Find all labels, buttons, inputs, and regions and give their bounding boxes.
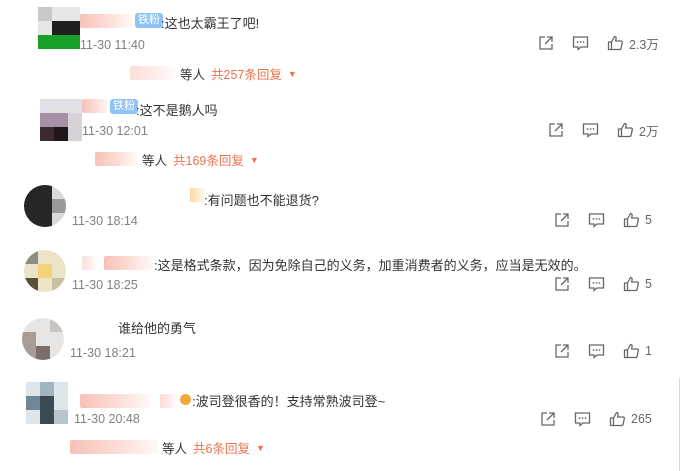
avatar[interactable]: [26, 382, 68, 424]
reply-summary[interactable]: 等人 共169条回复 ▼: [142, 150, 259, 169]
fan-badge: 铁粉: [135, 13, 163, 28]
like-button[interactable]: 2万: [617, 121, 658, 140]
comment-text: :有问题也不能退货?: [204, 193, 319, 208]
comment-item: :有问题也不能退货? 11-30 18:14 5: [0, 175, 700, 237]
reply-users: 等人: [180, 68, 206, 82]
fan-badge: 铁粉: [110, 99, 138, 114]
thumbs-up-icon: [623, 212, 639, 228]
thumbs-up-icon: [623, 276, 639, 292]
scrollbar-track[interactable]: [679, 378, 680, 471]
comment-icon: [574, 412, 591, 427]
comment-actions: 5: [542, 210, 652, 230]
like-button[interactable]: 265: [609, 411, 652, 427]
reply-button[interactable]: [574, 411, 591, 427]
username[interactable]: [82, 99, 108, 113]
comment-icon: [588, 344, 605, 359]
share-button[interactable]: [538, 35, 554, 51]
share-icon: [555, 277, 569, 291]
like-count: 265: [631, 412, 652, 426]
comment-text: :这不是鹅人吗: [136, 103, 218, 118]
reply-button[interactable]: [588, 343, 605, 359]
timestamp: 11-30 18:14: [72, 214, 138, 228]
comment-actions: 265: [528, 409, 652, 429]
share-icon: [541, 412, 555, 426]
like-button[interactable]: 2.3万: [607, 34, 659, 53]
reply-users: 等人: [142, 154, 168, 168]
thumbs-up-icon: [623, 343, 639, 359]
username[interactable]: [80, 14, 132, 28]
share-icon: [539, 36, 553, 50]
share-icon: [549, 123, 563, 137]
comment-icon: [572, 36, 589, 51]
caret-down-icon[interactable]: ▼: [256, 443, 265, 453]
timestamp: 11-30 11:40: [80, 38, 145, 52]
emoji-icon: [180, 394, 191, 405]
username[interactable]: [190, 188, 204, 202]
reply-summary[interactable]: 等人 共257条回复 ▼: [180, 64, 297, 83]
share-icon: [555, 344, 569, 358]
comment-text: :这也太霸王了吧!: [161, 16, 260, 31]
reply-summary[interactable]: 等人 共6条回复 ▼: [162, 438, 265, 457]
comment-item: 谁给他的勇气 11-30 18:21 1: [0, 306, 700, 370]
share-button[interactable]: [554, 212, 570, 228]
timestamp: 11-30 18:25: [72, 278, 138, 292]
replier-name: [70, 440, 158, 454]
avatar[interactable]: [22, 318, 64, 360]
reply-button[interactable]: [588, 212, 605, 228]
timestamp: 11-30 18:21: [70, 346, 136, 360]
username-blur: [160, 394, 176, 408]
timestamp: 11-30 20:48: [74, 412, 140, 426]
username[interactable]: [82, 256, 96, 270]
avatar[interactable]: [24, 250, 66, 292]
like-count: 1: [645, 344, 652, 358]
reply-users: 等人: [162, 442, 188, 456]
share-button[interactable]: [548, 122, 564, 138]
comment-icon: [588, 213, 605, 228]
reply-count-link[interactable]: 共6条回复: [193, 438, 250, 457]
comment-actions: 2.3万: [526, 33, 659, 53]
username-blur: [104, 256, 152, 270]
like-button[interactable]: 5: [623, 212, 652, 228]
thumbs-up-icon: [609, 411, 625, 427]
username[interactable]: [80, 394, 150, 408]
replier-name: [130, 66, 175, 80]
comment-actions: 2万: [536, 120, 658, 140]
reply-button[interactable]: [572, 35, 589, 51]
caret-down-icon[interactable]: ▼: [288, 69, 297, 79]
avatar[interactable]: [38, 7, 80, 49]
like-count: 5: [645, 213, 652, 227]
comment-icon: [588, 277, 605, 292]
share-button[interactable]: [540, 411, 556, 427]
replier-name: [95, 152, 137, 166]
share-button[interactable]: [554, 276, 570, 292]
reply-button[interactable]: [582, 122, 599, 138]
reply-button[interactable]: [588, 276, 605, 292]
comment-item: 铁粉 :这不是鹅人吗 11-30 12:01 2万 等人 共169条回复 ▼: [0, 90, 700, 172]
like-button[interactable]: 1: [623, 343, 652, 359]
comment-text: :这是格式条款，因为免除自己的义务，加重消费者的义务，应当是无效的。: [154, 258, 587, 273]
caret-down-icon[interactable]: ▼: [250, 155, 259, 165]
like-count: 2万: [639, 124, 659, 139]
like-count: 5: [645, 277, 652, 291]
like-count: 2.3万: [629, 37, 659, 52]
share-button[interactable]: [554, 343, 570, 359]
avatar[interactable]: [24, 185, 66, 227]
comment-item: 铁粉 :这也太霸王了吧! 11-30 11:40 2.3万 等人 共257条回复…: [0, 0, 700, 90]
comment-text: :波司登很香的！支持常熟波司登~: [192, 394, 386, 409]
reply-count-link[interactable]: 共257条回复: [211, 64, 282, 83]
comment-item: :这是格式条款，因为免除自己的义务，加重消费者的义务，应当是无效的。 11-30…: [0, 240, 700, 304]
thumbs-up-icon: [617, 122, 633, 138]
like-button[interactable]: 5: [623, 276, 652, 292]
comment-text: 谁给他的勇气: [118, 321, 197, 336]
share-icon: [555, 213, 569, 227]
comment-icon: [582, 123, 599, 138]
comment-item: :波司登很香的！支持常熟波司登~ 11-30 20:48 265 等人 共6条回…: [0, 372, 700, 471]
reply-count-link[interactable]: 共169条回复: [173, 150, 244, 169]
comment-actions: 1: [542, 341, 652, 361]
thumbs-up-icon: [607, 35, 623, 51]
avatar[interactable]: [40, 99, 82, 141]
timestamp: 11-30 12:01: [82, 124, 148, 138]
comment-actions: 5: [542, 274, 652, 294]
